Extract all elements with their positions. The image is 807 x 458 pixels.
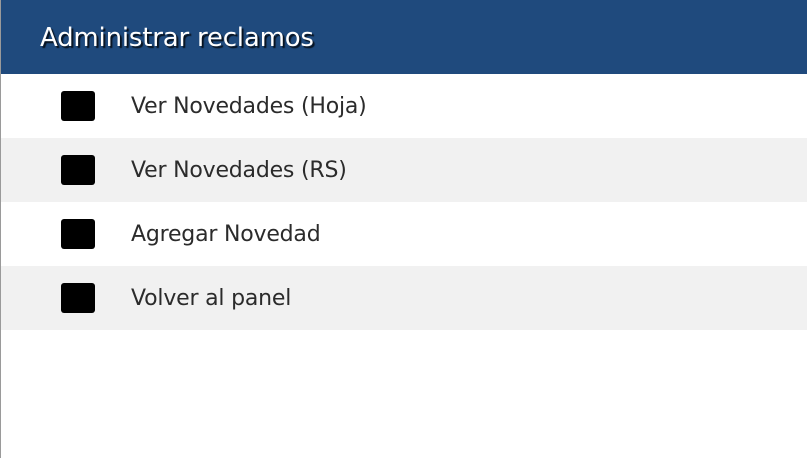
page-title: Administrar reclamos (40, 23, 314, 53)
menu-item-volver-al-panel[interactable]: Volver al panel (1, 266, 807, 330)
menu-item-label: Ver Novedades (RS) (131, 157, 347, 183)
menu-item-label: Agregar Novedad (131, 221, 321, 247)
square-icon (61, 219, 95, 249)
menu-list: Ver Novedades (Hoja) Ver Novedades (RS) … (1, 74, 807, 330)
menu-item-agregar-novedad[interactable]: Agregar Novedad (1, 202, 807, 266)
menu-item-ver-novedades-hoja[interactable]: Ver Novedades (Hoja) (1, 74, 807, 138)
square-icon (61, 91, 95, 121)
square-icon (61, 283, 95, 313)
menu-item-label: Ver Novedades (Hoja) (131, 93, 367, 119)
window: Administrar reclamos Ver Novedades (Hoja… (0, 0, 807, 458)
menu-item-label: Volver al panel (131, 285, 292, 311)
page-header: Administrar reclamos (1, 0, 807, 74)
square-icon (61, 155, 95, 185)
menu-item-ver-novedades-rs[interactable]: Ver Novedades (RS) (1, 138, 807, 202)
